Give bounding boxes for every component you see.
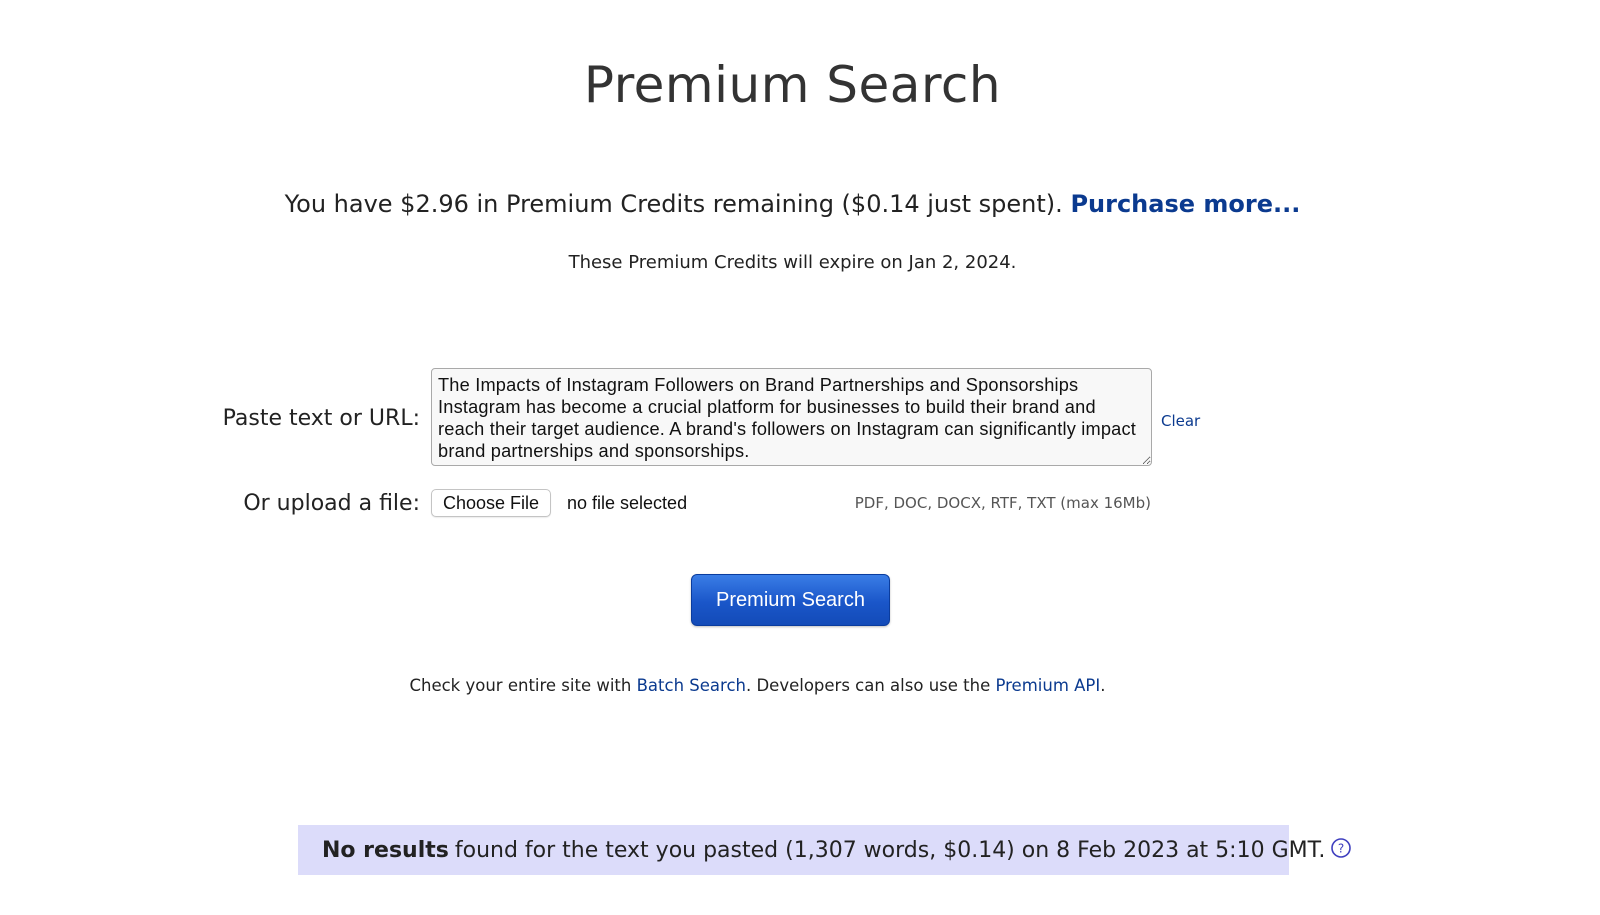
- credits-remaining-text: You have $2.96 in Premium Credits remain…: [284, 190, 1063, 218]
- credits-expiry-text: These Premium Credits will expire on Jan…: [568, 252, 1017, 273]
- clear-link[interactable]: Clear: [1161, 412, 1200, 430]
- footer-note: Check your entire site with Batch Search…: [0, 676, 1515, 695]
- upload-file-label: Or upload a file:: [243, 491, 420, 516]
- results-detail-text: found for the text you pasted (1,307 wor…: [454, 837, 1326, 863]
- results-banner: No results found for the text you pasted…: [298, 825, 1352, 875]
- choose-file-button[interactable]: Choose File: [431, 489, 552, 517]
- file-status-text: no file selected: [567, 493, 688, 513]
- credits-summary: You have $2.96 in Premium Credits remain…: [0, 190, 1585, 218]
- no-results-label: No results: [322, 837, 449, 863]
- footer-middle-text: . Developers can also use the: [745, 676, 996, 695]
- batch-search-link[interactable]: Batch Search: [637, 676, 746, 695]
- allowed-file-types-text: PDF, DOC, DOCX, RTF, TXT (max 16Mb): [854, 494, 1151, 512]
- question-circle-icon[interactable]: ?: [1331, 838, 1352, 858]
- premium-api-link[interactable]: Premium API: [995, 676, 1100, 695]
- svg-text:?: ?: [1338, 842, 1344, 856]
- footer-suffix-text: .: [1100, 676, 1106, 695]
- page-title: Premium Search: [583, 56, 1002, 114]
- premium-search-button[interactable]: Premium Search: [691, 574, 890, 626]
- paste-text-label: Paste text or URL:: [222, 406, 420, 431]
- premium-search-page: Premium Search You have $2.96 in Premium…: [0, 0, 1600, 915]
- purchase-more-link[interactable]: Purchase more...: [1070, 190, 1300, 218]
- footer-prefix-text: Check your entire site with: [409, 676, 637, 695]
- paste-text-input[interactable]: The Impacts of Instagram Followers on Br…: [431, 368, 1152, 466]
